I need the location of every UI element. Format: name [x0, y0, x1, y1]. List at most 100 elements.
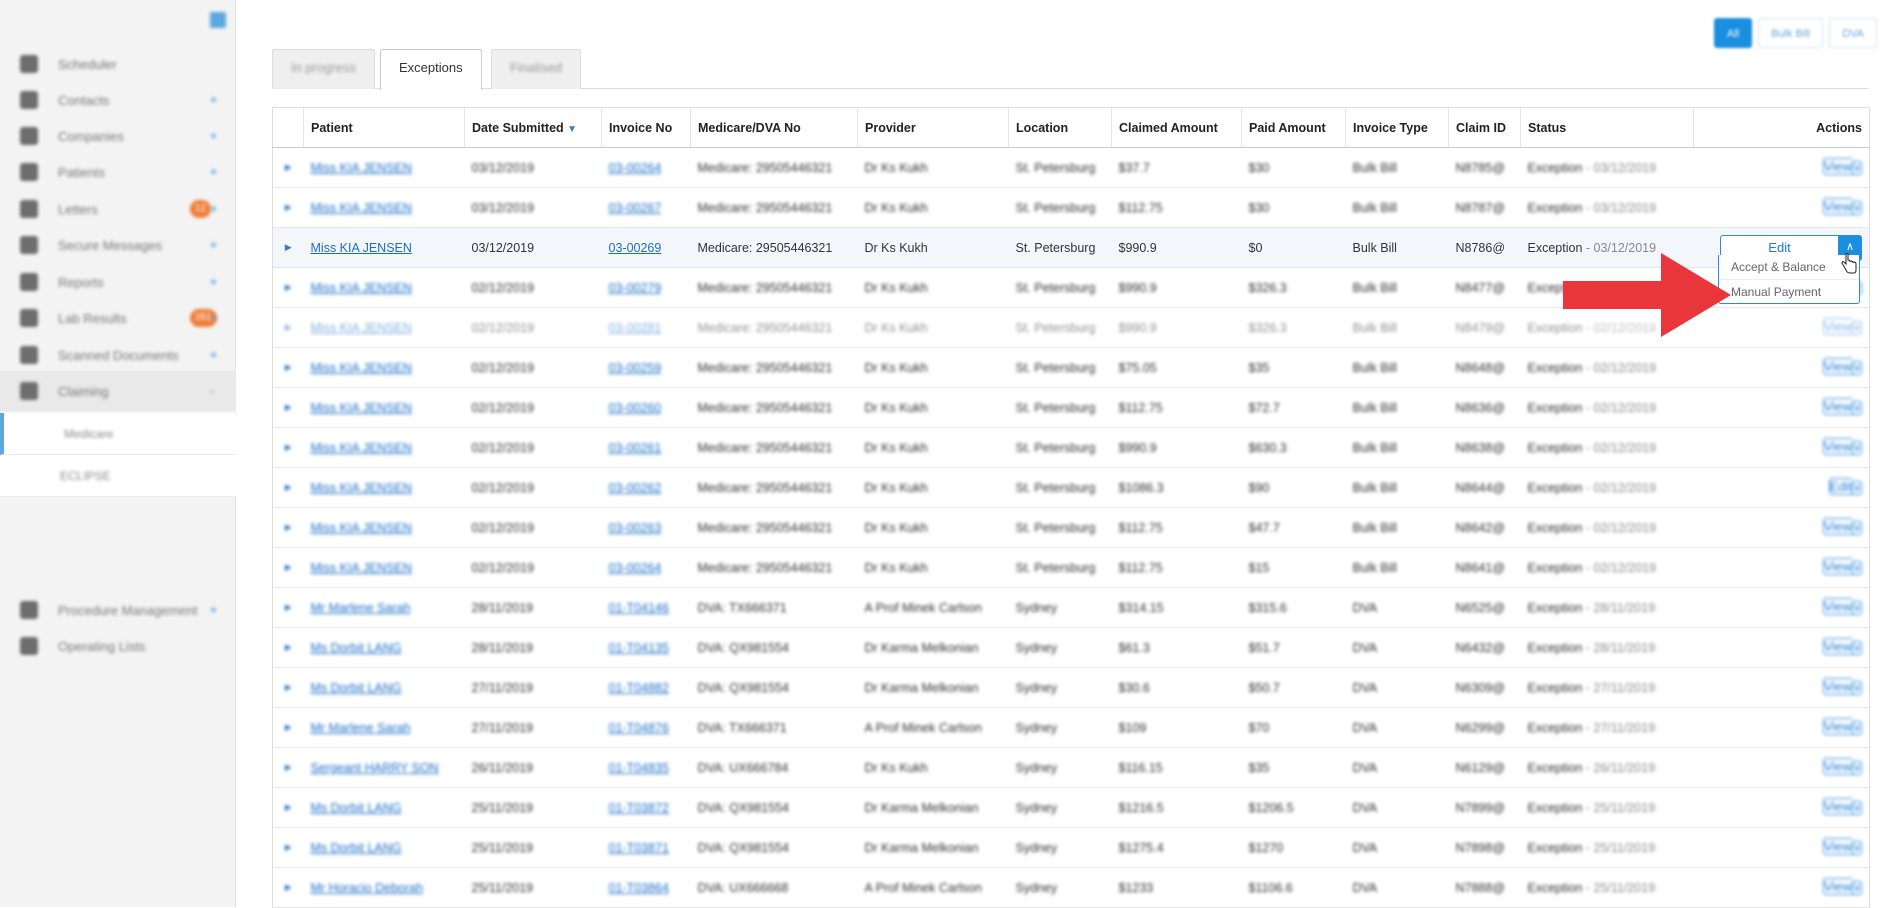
invoice-no-cell-text[interactable]: 01-T04835	[609, 761, 669, 775]
chevron-down-icon[interactable]: ∨	[1851, 880, 1862, 895]
sidebar-item-claiming[interactable]: Claiming -	[0, 371, 236, 411]
claim-id-column-header[interactable]: Claim ID	[1448, 107, 1521, 148]
invoice-no-cell[interactable]: 01-T04876	[601, 707, 691, 748]
invoice-no-cell[interactable]: 03-00279	[601, 267, 691, 308]
claimed-amount-column-header[interactable]: Claimed Amount	[1111, 107, 1242, 148]
invoice-no-cell-text[interactable]: 03-00262	[609, 481, 662, 495]
row-expand-cell[interactable]: ▶	[272, 347, 304, 388]
row-expand-cell[interactable]: ▶	[272, 187, 304, 228]
patient-cell[interactable]: Miss KIA JENSEN	[303, 507, 465, 548]
patient-cell-text[interactable]: Miss KIA JENSEN	[311, 281, 412, 295]
invoice-no-cell[interactable]: 01-T04146	[601, 587, 691, 628]
invoice-type-column-header[interactable]: Invoice Type	[1345, 107, 1449, 148]
sidebar-item-scheduler[interactable]: Scheduler	[0, 44, 236, 84]
table-row[interactable]: ▶ Mr Horacio Deborah 25/11/2019 01-T03864 DV…	[272, 867, 1870, 908]
patient-cell[interactable]: Miss KIA JENSEN	[303, 227, 465, 268]
invoice-no-cell-text[interactable]: 01-T03872	[609, 801, 669, 815]
invoice-no-cell[interactable]: 03-00262	[601, 467, 691, 508]
invoice-no-cell[interactable]: 01-T04135	[601, 627, 691, 668]
table-row[interactable]: ▶ Ms Dorbit LANG 27/11/2019 01-T04882 DVA: Q…	[272, 667, 1870, 708]
invoice-no-cell-text[interactable]: 03-00261	[609, 441, 662, 455]
row-expand-cell[interactable]: ▶	[272, 227, 304, 268]
patient-cell[interactable]: Ms Dorbit LANG	[303, 627, 465, 668]
patient-cell-text[interactable]: Mr Marlene Sarah	[311, 721, 411, 735]
patient-cell[interactable]: Sergeant HARRY SON	[303, 747, 465, 788]
row-action-button[interactable]: View	[1822, 877, 1852, 895]
invoice-no-cell-text[interactable]: 03-00281	[609, 321, 662, 335]
sidebar-item-reports[interactable]: Reports +	[0, 262, 236, 302]
patient-cell-text[interactable]: Ms Dorbit LANG	[311, 841, 402, 855]
invoice-no-cell-text[interactable]: 03-00264	[609, 161, 662, 175]
invoice-no-cell[interactable]: 03-00264	[601, 147, 691, 188]
row-action-button[interactable]: View	[1822, 757, 1852, 775]
row-action-button[interactable]: View	[1822, 397, 1852, 415]
patient-cell[interactable]: Ms Dorbit LANG	[303, 667, 465, 708]
patient-cell-text[interactable]: Mr Marlene Sarah	[311, 601, 411, 615]
row-action-button[interactable]: View	[1822, 197, 1852, 215]
invoice-no-cell[interactable]: 01-T04835	[601, 747, 691, 788]
accept-and-balance-option[interactable]: Accept & Balance	[1719, 255, 1859, 279]
patient-cell-text[interactable]: Sergeant HARRY SON	[311, 761, 439, 775]
chevron-down-icon[interactable]: ∨	[1851, 680, 1862, 695]
sidebar-toggle-icon[interactable]	[210, 12, 226, 28]
patient-cell[interactable]: Miss KIA JENSEN	[303, 547, 465, 588]
tab-in-progress[interactable]: In progress	[272, 49, 376, 89]
collapse-icon[interactable]: -	[210, 384, 214, 398]
expand-row-icon[interactable]: ▶	[285, 842, 292, 853]
invoice-no-cell-text[interactable]: 01-T04135	[609, 641, 669, 655]
expand-row-icon[interactable]: ▶	[285, 722, 292, 733]
row-expand-cell[interactable]: ▶	[272, 267, 304, 308]
patient-cell-text[interactable]: Miss KIA JENSEN	[311, 561, 412, 575]
row-expand-cell[interactable]: ▶	[272, 467, 304, 508]
sidebar-subitem-eclipse[interactable]: ECLIPSE	[0, 455, 236, 497]
medicare-dva-column-header[interactable]: Medicare/DVA No	[690, 107, 858, 148]
invoice-no-cell[interactable]: 03-00260	[601, 387, 691, 428]
row-action-button[interactable]: View	[1822, 157, 1852, 175]
sidebar-item-lab-results[interactable]: Lab Results 261 +	[0, 298, 236, 338]
chevron-down-icon[interactable]: ∨	[1851, 200, 1862, 215]
table-row[interactable]: ▶ Miss KIA JENSEN 02/12/2019 03-00263 Medica…	[272, 507, 1870, 548]
patient-cell-text[interactable]: Miss KIA JENSEN	[311, 321, 412, 335]
invoice-no-cell[interactable]: 03-00281	[601, 307, 691, 348]
expand-row-icon[interactable]: ▶	[285, 762, 292, 773]
sidebar-item-contacts[interactable]: Contacts +	[0, 80, 236, 120]
invoice-no-cell[interactable]: 01-T03872	[601, 787, 691, 828]
invoice-no-cell-text[interactable]: 03-00260	[609, 401, 662, 415]
row-expand-cell[interactable]: ▶	[272, 827, 304, 868]
expand-row-icon[interactable]: ▶	[285, 642, 292, 653]
invoice-no-cell[interactable]: 01-T03871	[601, 827, 691, 868]
patient-cell-text[interactable]: Mr Horacio Deborah	[311, 881, 424, 895]
expand-row-icon[interactable]: ▶	[285, 322, 292, 333]
chevron-down-icon[interactable]: ∨	[1851, 560, 1862, 575]
patient-cell[interactable]: Miss KIA JENSEN	[303, 387, 465, 428]
location-column-header[interactable]: Location	[1008, 107, 1112, 148]
row-expand-cell[interactable]: ▶	[272, 667, 304, 708]
table-row[interactable]: ▶ Mr Marlene Sarah 27/11/2019 01-T04876 DVA:…	[272, 707, 1870, 748]
patient-cell-text[interactable]: Miss KIA JENSEN	[311, 201, 412, 215]
patient-cell[interactable]: Ms Dorbit LANG	[303, 827, 465, 868]
table-row[interactable]: ▶ Miss KIA JENSEN 02/12/2019 03-00262 Medica…	[272, 467, 1870, 508]
row-action-button[interactable]: View	[1822, 717, 1852, 735]
patient-cell[interactable]: Mr Horacio Deborah	[303, 867, 465, 908]
row-action-button[interactable]: View	[1822, 517, 1852, 535]
expand-row-icon[interactable]: ▶	[285, 442, 292, 453]
invoice-no-cell-text[interactable]: 03-00264	[609, 561, 662, 575]
filter-dva-button[interactable]: DVA	[1829, 18, 1877, 48]
expand-row-icon[interactable]: ▶	[285, 882, 292, 893]
row-expand-cell[interactable]: ▶	[272, 507, 304, 548]
row-expand-cell[interactable]: ▶	[272, 747, 304, 788]
patient-cell-text[interactable]: Miss KIA JENSEN	[311, 161, 412, 175]
expand-icon[interactable]: +	[210, 165, 217, 179]
table-row[interactable]: ▶ Ms Dorbit LANG 25/11/2019 01-T03872 DVA: Q…	[272, 787, 1870, 828]
patient-cell[interactable]: Miss KIA JENSEN	[303, 147, 465, 188]
invoice-no-cell[interactable]: 03-00263	[601, 507, 691, 548]
invoice-no-cell-text[interactable]: 03-00259	[609, 361, 662, 375]
expand-icon[interactable]: +	[210, 311, 217, 325]
manual-payment-option[interactable]: Manual Payment	[1719, 279, 1859, 303]
invoice-no-cell-text[interactable]: 03-00269	[609, 241, 662, 255]
row-expand-cell[interactable]: ▶	[272, 547, 304, 588]
expand-row-icon[interactable]: ▶	[285, 402, 292, 413]
patient-cell-text[interactable]: Miss KIA JENSEN	[311, 401, 412, 415]
chevron-down-icon[interactable]: ∨	[1851, 480, 1862, 495]
status-column-header[interactable]: Status	[1520, 107, 1694, 148]
